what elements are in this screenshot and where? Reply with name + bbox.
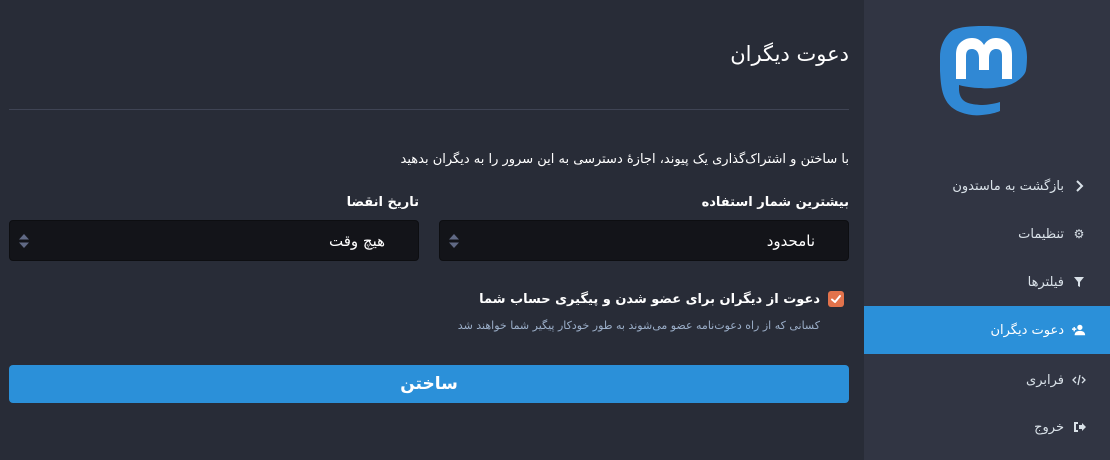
sidebar: بازگشت به ماستدون ⚙ تنظیمات فیلترها دعوت… [864,0,1110,460]
sidebar-item-label: فرابری [1026,372,1064,388]
sidebar-item-back[interactable]: بازگشت به ماستدون [864,162,1110,210]
max-uses-label: بیشترین شمار استفاده [701,195,849,210]
sidebar-item-development[interactable]: فرابری [864,356,1110,404]
sidebar-item-filters[interactable]: فیلترها [864,258,1110,306]
sidebar-item-label: فیلترها [1027,274,1064,290]
autofollow-label[interactable]: دعوت از دیگران برای عضو شدن و پیگیری حسا… [479,292,820,307]
user-plus-icon [1072,323,1086,337]
max-uses-select[interactable]: نامحدود [439,220,849,261]
expires-value: هیچ وقت [328,232,385,250]
gear-icon: ⚙ [1073,227,1085,241]
filter-icon [1072,275,1086,289]
page-title: دعوت دیگران [730,42,849,66]
sidebar-item-logout[interactable]: خروج [864,403,1110,451]
create-button[interactable]: ساختن [9,365,849,403]
divider [9,109,849,110]
main-panel: دعوت دیگران با ساختن و اشتراک‌گذاری یک پ… [0,0,864,460]
page-hint: با ساختن و اشتراک‌گذاری یک پیوند، اجازهٔ… [400,152,849,167]
sign-out-icon [1072,420,1086,434]
sidebar-item-invites[interactable]: دعوت دیگران [864,306,1110,354]
sidebar-item-label: دعوت دیگران [990,322,1064,338]
expires-select[interactable]: هیچ وقت [9,220,419,261]
expires-label: تاریخ انقضا [346,195,419,210]
chevron-right-icon [1072,179,1086,193]
autofollow-hint: کسانی که از راه دعوت‌نامه عضو می‌شوند به… [457,319,820,332]
autofollow-checkbox[interactable] [828,291,844,307]
sidebar-item-label: تنظیمات [1018,226,1064,242]
sidebar-item-label: خروج [1034,419,1064,435]
select-arrows-icon [19,234,29,248]
sidebar-item-settings[interactable]: ⚙ تنظیمات [864,210,1110,258]
code-icon [1072,373,1086,387]
max-uses-value: نامحدود [766,232,815,250]
mastodon-logo-icon[interactable] [936,24,1032,124]
checkmark-icon [831,295,841,303]
select-arrows-icon [449,234,459,248]
sidebar-item-label: بازگشت به ماستدون [952,178,1064,194]
autofollow-row: دعوت از دیگران برای عضو شدن و پیگیری حسا… [479,291,844,307]
